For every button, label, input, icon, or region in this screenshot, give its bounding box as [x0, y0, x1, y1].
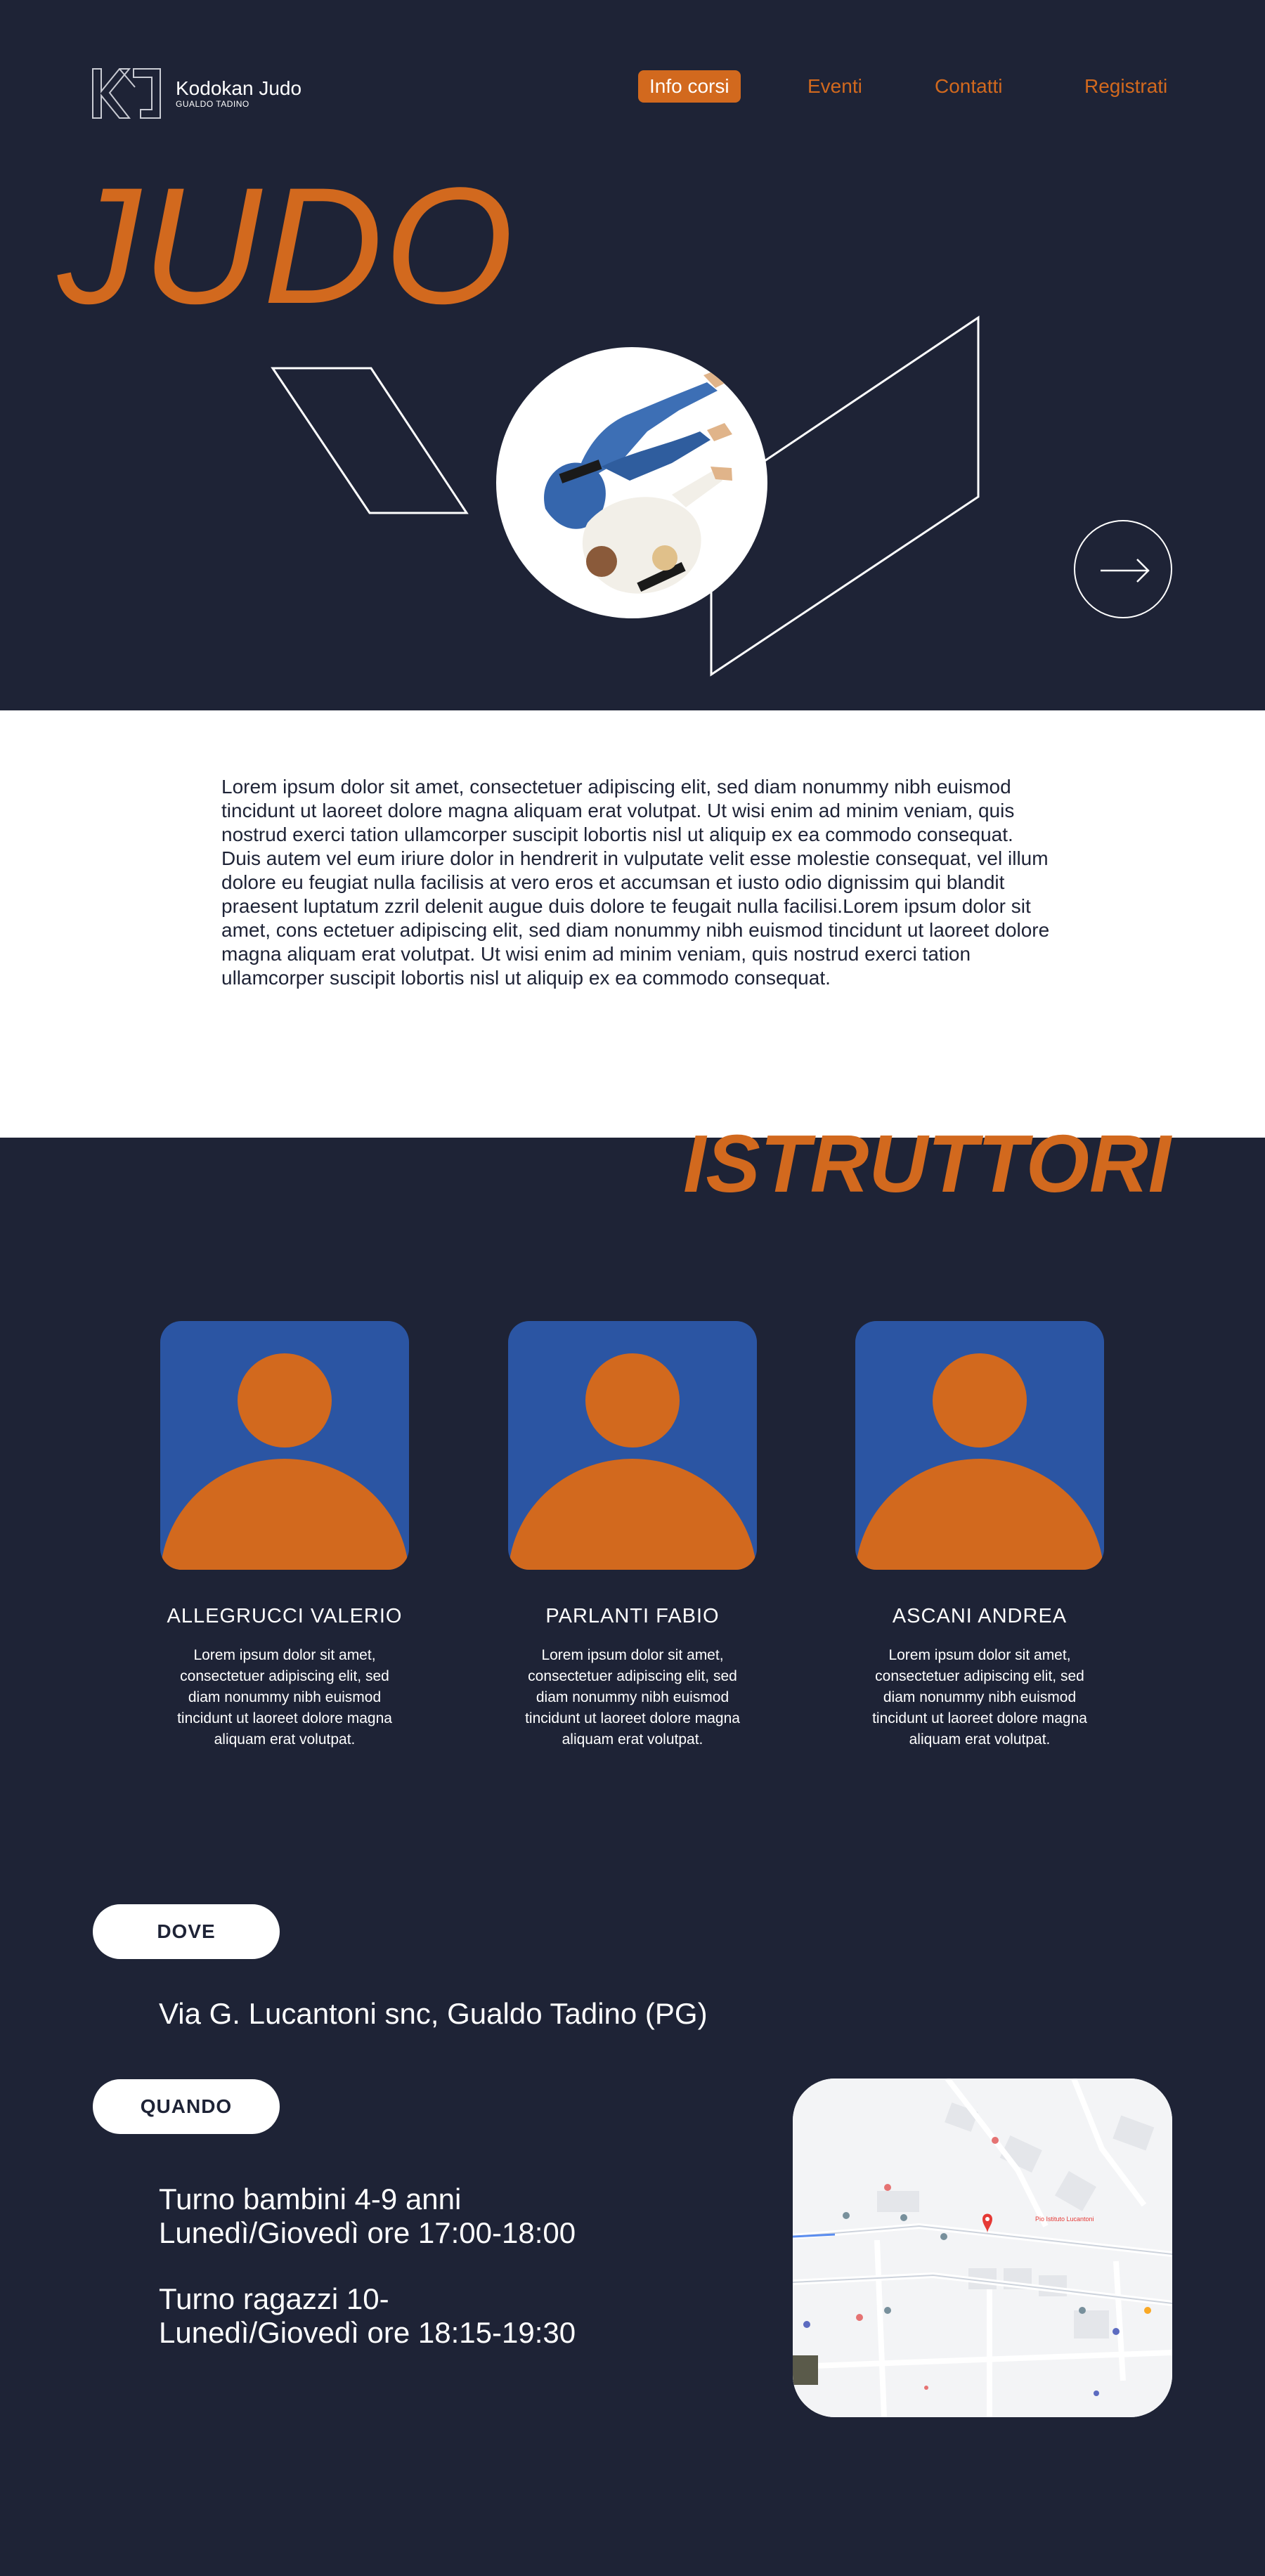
instructor-description: Lorem ipsum dolor sit amet, consectetuer… [525, 1647, 740, 1748]
instructor-card: ASCANI ANDREA Lorem ipsum dolor sit amet… [855, 1321, 1104, 1750]
left-parallelogram [271, 367, 469, 514]
avatar [508, 1321, 757, 1570]
schedule-item: Turno ragazzi 10- Lunedì/Giovedì ore 18:… [159, 2282, 576, 2350]
schedule-time: Lunedì/Giovedì ore 18:15-19:30 [159, 2316, 576, 2349]
avatar-body-shape [508, 1459, 757, 1570]
judo-throw-illustration [544, 368, 732, 594]
schedule-time: Lunedì/Giovedì ore 17:00-18:00 [159, 2216, 576, 2249]
next-slide-button[interactable] [1074, 520, 1172, 618]
about-section: Lorem ipsum dolor sit amet, consectetuer… [0, 710, 1265, 1138]
schedule-item: Turno bambini 4-9 anni Lunedì/Giovedì or… [159, 2183, 576, 2250]
instructor-name: ASCANI ANDREA [892, 1605, 1068, 1627]
instructor-name: ALLEGRUCCI VALERIO [167, 1605, 403, 1627]
where-label: DOVE [93, 1904, 280, 1959]
avatar-body-shape [160, 1459, 409, 1570]
instructors-title: ISTRUTTORI [683, 1118, 1171, 1209]
address-text: Via G. Lucantoni snc, Gualdo Tadino (PG) [159, 1997, 708, 2030]
instructor-description: Lorem ipsum dolor sit amet, consectetuer… [177, 1647, 392, 1748]
hero-judo-image [496, 347, 767, 618]
instructor-description: Lorem ipsum dolor sit amet, consectetuer… [872, 1647, 1087, 1748]
about-text: Lorem ipsum dolor sit amet, consectetuer… [221, 776, 1050, 989]
hero-section: Kodokan Judo GUALDO TADINO Info corsi Ev… [0, 0, 1265, 710]
arrow-right-icon [1101, 559, 1150, 583]
schedule-title: Turno bambini 4-9 anni [159, 2183, 462, 2216]
map-illustration: Pio Istituto Lucantoni [793, 2079, 1172, 2417]
map-pin-label: Pio Istituto Lucantoni [1035, 2216, 1094, 2223]
avatar [160, 1321, 409, 1570]
location-map[interactable]: Pio Istituto Lucantoni [793, 2079, 1172, 2417]
when-label: QUANDO [93, 2079, 280, 2134]
avatar-body-shape [855, 1459, 1104, 1570]
avatar-head-shape [933, 1353, 1027, 1448]
avatar-head-shape [238, 1353, 332, 1448]
instructor-card: ALLEGRUCCI VALERIO Lorem ipsum dolor sit… [160, 1321, 409, 1750]
instructor-card: PARLANTI FABIO Lorem ipsum dolor sit ame… [508, 1321, 757, 1750]
avatar-head-shape [585, 1353, 680, 1448]
schedule-title: Turno ragazzi 10- [159, 2282, 389, 2315]
instructor-name: PARLANTI FABIO [545, 1605, 720, 1627]
avatar [855, 1321, 1104, 1570]
